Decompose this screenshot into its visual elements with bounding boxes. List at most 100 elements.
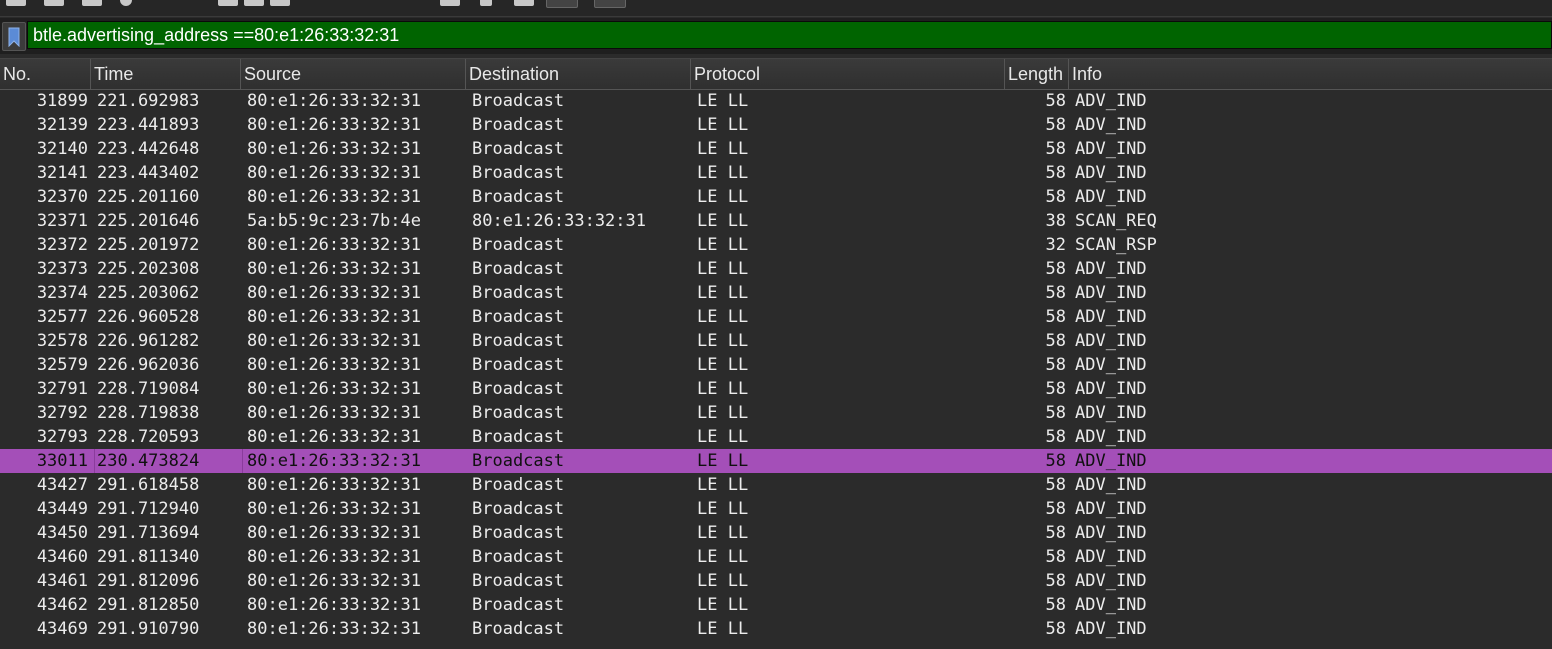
packet-destination: Broadcast — [472, 283, 565, 303]
packet-info: ADV_IND — [1075, 187, 1147, 207]
packet-source: 80:e1:26:33:32:31 — [247, 163, 421, 183]
packet-length: 58 — [1045, 163, 1066, 183]
column-header-destination[interactable]: Destination — [466, 59, 691, 89]
packet-list-header: No. Time Source Destination Protocol Len… — [0, 58, 1552, 90]
packet-protocol: LE LL — [697, 547, 749, 567]
toolbar-button[interactable] — [6, 0, 26, 6]
table-row-selected[interactable]: 33011 230.473824 80:e1:26:33:32:31 Broadcas… — [0, 449, 1552, 473]
toolbar-button[interactable] — [82, 0, 102, 6]
packet-info: ADV_IND — [1075, 427, 1147, 447]
packet-source: 80:e1:26:33:32:31 — [247, 91, 421, 111]
packet-time: 226.960528 — [97, 307, 200, 327]
packet-source: 80:e1:26:33:32:31 — [247, 115, 421, 135]
column-divider — [94, 449, 95, 473]
packet-info: ADV_IND — [1075, 403, 1147, 423]
toolbar-button[interactable] — [440, 0, 460, 6]
toolbar-button[interactable] — [44, 0, 64, 6]
packet-info: ADV_IND — [1075, 259, 1147, 279]
packet-source: 80:e1:26:33:32:31 — [247, 571, 421, 591]
packet-length: 58 — [1045, 283, 1066, 303]
packet-source: 80:e1:26:33:32:31 — [247, 595, 421, 615]
packet-protocol: LE LL — [697, 451, 749, 471]
packet-no: 43460 — [36, 547, 88, 567]
column-header-length[interactable]: Length — [1005, 59, 1069, 89]
packet-no: 32578 — [36, 331, 88, 351]
toolbar-button[interactable] — [120, 0, 132, 6]
display-filter-bar: btle.advertising_address ==80:e1:26:33:3… — [0, 18, 1552, 54]
table-row[interactable]: 31899 221.692983 80:e1:26:33:32:31 Broadcas… — [0, 89, 1552, 113]
display-filter-input[interactable]: btle.advertising_address ==80:e1:26:33:3… — [27, 21, 1552, 49]
packet-no: 43462 — [36, 595, 88, 615]
table-row[interactable]: 32791 228.719084 80:e1:26:33:32:31 Broadcas… — [0, 377, 1552, 401]
table-row[interactable]: 32139 223.441893 80:e1:26:33:32:31 Broadcas… — [0, 113, 1552, 137]
table-row[interactable]: 43462 291.812850 80:e1:26:33:32:31 Broadcas… — [0, 593, 1552, 617]
packet-length: 58 — [1045, 595, 1066, 615]
packet-no: 32793 — [36, 427, 88, 447]
packet-time: 223.442648 — [97, 139, 200, 159]
packet-no: 31899 — [36, 91, 88, 111]
column-header-time[interactable]: Time — [91, 59, 241, 89]
packet-no: 32139 — [36, 115, 88, 135]
table-row[interactable]: 32793 228.720593 80:e1:26:33:32:31 Broadcas… — [0, 425, 1552, 449]
packet-source: 5a:b5:9c:23:7b:4e — [247, 211, 421, 231]
packet-info: ADV_IND — [1075, 115, 1147, 135]
packet-protocol: LE LL — [697, 211, 749, 231]
packet-length: 58 — [1045, 187, 1066, 207]
packet-no: 32140 — [36, 139, 88, 159]
packet-length: 58 — [1045, 403, 1066, 423]
packet-protocol: LE LL — [697, 235, 749, 255]
packet-length: 58 — [1045, 259, 1066, 279]
toolbar-button[interactable] — [270, 0, 290, 6]
packet-list[interactable]: 31899 221.692983 80:e1:26:33:32:31 Broadcas… — [0, 89, 1552, 649]
column-header-no[interactable]: No. — [0, 59, 91, 89]
table-row[interactable]: 43469 291.910790 80:e1:26:33:32:31 Broadcas… — [0, 617, 1552, 641]
toolbar-button[interactable] — [480, 0, 492, 6]
packet-length: 58 — [1045, 451, 1066, 471]
packet-info: ADV_IND — [1075, 163, 1147, 183]
column-header-protocol[interactable]: Protocol — [691, 59, 1005, 89]
table-row[interactable]: 32373 225.202308 80:e1:26:33:32:31 Broadcas… — [0, 257, 1552, 281]
column-header-info[interactable]: Info — [1069, 59, 1552, 89]
packet-protocol: LE LL — [697, 91, 749, 111]
packet-length: 58 — [1045, 139, 1066, 159]
table-row[interactable]: 32792 228.719838 80:e1:26:33:32:31 Broadcas… — [0, 401, 1552, 425]
table-row[interactable]: 43427 291.618458 80:e1:26:33:32:31 Broadcas… — [0, 473, 1552, 497]
packet-destination: Broadcast — [472, 235, 565, 255]
packet-info: ADV_IND — [1075, 139, 1147, 159]
packet-no: 43450 — [36, 523, 88, 543]
packet-protocol: LE LL — [697, 571, 749, 591]
table-row[interactable]: 32140 223.442648 80:e1:26:33:32:31 Broadcas… — [0, 137, 1552, 161]
table-row[interactable]: 43460 291.811340 80:e1:26:33:32:31 Broadcas… — [0, 545, 1552, 569]
table-row[interactable]: 32370 225.201160 80:e1:26:33:32:31 Broadcas… — [0, 185, 1552, 209]
toolbar-button[interactable] — [514, 0, 534, 6]
table-row[interactable]: 32374 225.203062 80:e1:26:33:32:31 Broadcas… — [0, 281, 1552, 305]
packet-length: 58 — [1045, 91, 1066, 111]
packet-time: 223.443402 — [97, 163, 200, 183]
table-row[interactable]: 43461 291.812096 80:e1:26:33:32:31 Broadcas… — [0, 569, 1552, 593]
table-row[interactable]: 32141 223.443402 80:e1:26:33:32:31 Broadcas… — [0, 161, 1552, 185]
packet-source: 80:e1:26:33:32:31 — [247, 379, 421, 399]
packet-info: SCAN_RSP — [1075, 235, 1157, 255]
toolbar-button[interactable] — [594, 0, 626, 8]
packet-source: 80:e1:26:33:32:31 — [247, 235, 421, 255]
packet-no: 32373 — [36, 259, 88, 279]
packet-no: 32370 — [36, 187, 88, 207]
packet-length: 38 — [1045, 211, 1066, 231]
table-row[interactable]: 43450 291.713694 80:e1:26:33:32:31 Broadcas… — [0, 521, 1552, 545]
table-row[interactable]: 32577 226.960528 80:e1:26:33:32:31 Broadcas… — [0, 305, 1552, 329]
table-row[interactable]: 32578 226.961282 80:e1:26:33:32:31 Broadcas… — [0, 329, 1552, 353]
toolbar-button[interactable] — [244, 0, 264, 6]
packet-length: 58 — [1045, 475, 1066, 495]
column-header-source[interactable]: Source — [241, 59, 466, 89]
packet-destination: Broadcast — [472, 331, 565, 351]
table-row[interactable]: 32579 226.962036 80:e1:26:33:32:31 Broadcas… — [0, 353, 1552, 377]
table-row[interactable]: 32372 225.201972 80:e1:26:33:32:31 Broadcas… — [0, 233, 1552, 257]
packet-time: 221.692983 — [97, 91, 200, 111]
toolbar-button[interactable] — [218, 0, 238, 6]
filter-bookmark-button[interactable] — [2, 22, 26, 51]
packet-no: 32371 — [36, 211, 88, 231]
table-row[interactable]: 43449 291.712940 80:e1:26:33:32:31 Broadcas… — [0, 497, 1552, 521]
packet-source: 80:e1:26:33:32:31 — [247, 187, 421, 207]
table-row[interactable]: 32371 225.201646 5a:b5:9c:23:7b:4e 80:e1:26… — [0, 209, 1552, 233]
toolbar-button[interactable] — [546, 0, 578, 8]
